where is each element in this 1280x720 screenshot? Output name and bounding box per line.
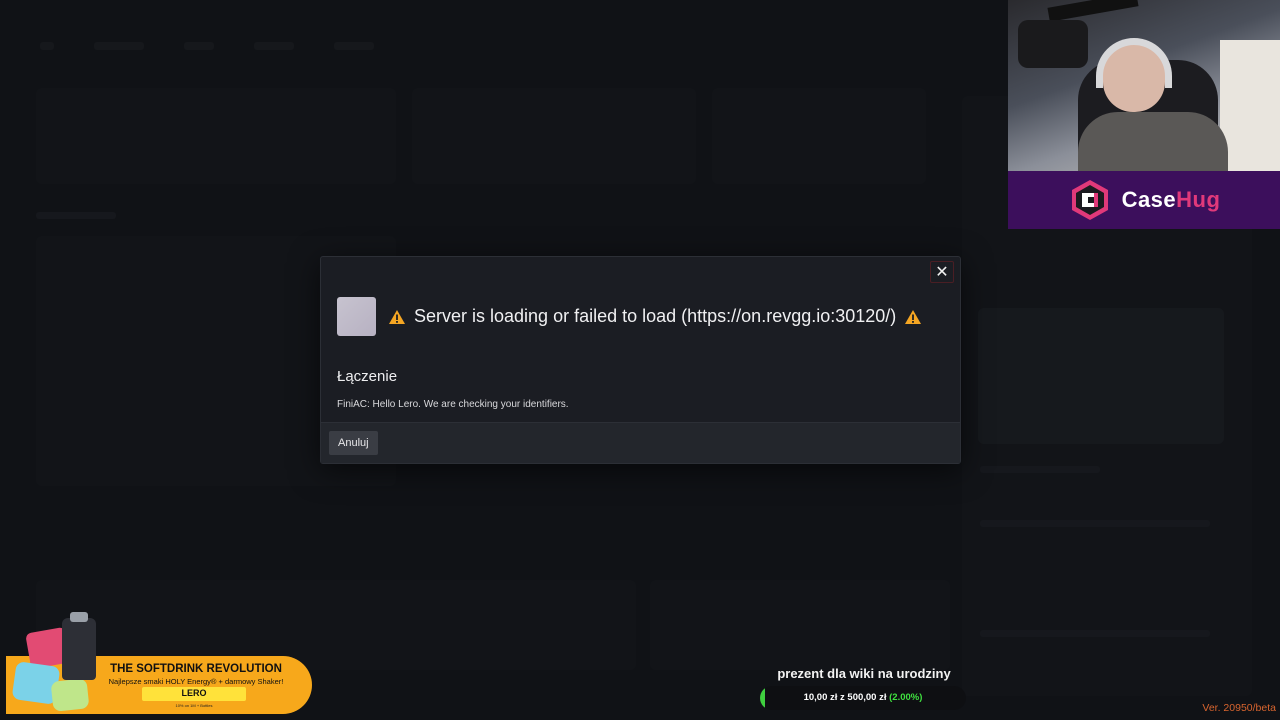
drink-ad-title: THE SOFTDRINK REVOLUTION [110,663,282,675]
webcam-feed [1008,0,1280,171]
product-pack-image [50,678,90,712]
donation-goal-amount: 10,00 zł z 500,00 zł [803,692,887,703]
sponsor-name-part1: Case [1121,187,1177,212]
microphone-arm [1047,0,1139,22]
dialog-header: Server is loading or failed to load (htt… [337,297,922,336]
connection-message: FiniAC: Hello Lero. We are checking your… [337,399,569,410]
connection-status: Łączenie [337,368,398,385]
webcam-window [1220,40,1280,171]
donation-goal-text: 10,00 zł z 500,00 zł (2.00%) [760,692,966,703]
shaker-lid-image [70,612,88,622]
close-icon[interactable]: ✕ [930,261,954,283]
promo-code: LERO [181,688,207,698]
donation-goal-percent: (2.00%) [889,692,923,703]
cancel-button[interactable]: Anuluj [329,431,378,455]
headphones [1096,38,1172,88]
server-icon [337,297,376,336]
warning-triangle-icon [905,309,922,324]
shaker-bottle-image [62,618,96,680]
sponsor-name: CaseHug [1122,187,1221,213]
streamer-body [1078,112,1228,171]
sponsor-name-part2: Hug [1176,187,1221,212]
dialog-title: Server is loading or failed to load (htt… [414,306,897,326]
warning-triangle-icon [389,309,405,324]
donation-goal-title: prezent dla wiki na urodziny [777,666,951,681]
drink-ad-fine-print: 10% on 1M + Bottles [175,703,213,708]
sponsor-banner: CaseHug [1008,171,1280,229]
dialog-footer: Anuluj [321,422,960,463]
casehug-logo-icon [1071,180,1108,220]
connection-dialog: ✕ Server is loading or failed to load (h… [320,256,961,464]
dialog-title-row: Server is loading or failed to load (htt… [388,306,922,327]
drink-ad-subtitle: Najlepsze smaki HOLY Energy® + darmowy S… [108,677,284,686]
microphone [1018,20,1088,68]
version-label: Ver. 20950/beta [1202,702,1276,714]
